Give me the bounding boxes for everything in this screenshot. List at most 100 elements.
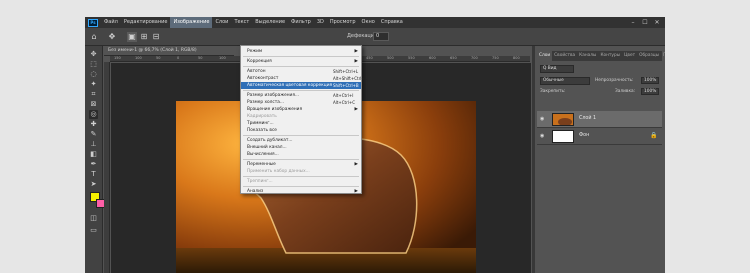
dropdown-item[interactable]: Автоматическая цветовая коррекция Shift+C… (241, 82, 361, 89)
blend-mode-select[interactable]: Обычные (540, 77, 590, 85)
dropdown-item-label: Внешний канал... (247, 145, 287, 150)
dropdown-item-label: Тримминг... (247, 121, 274, 126)
menu-item-0[interactable]: Файл (101, 17, 121, 28)
dropdown-item-label: Автоконтраст (247, 76, 279, 81)
dropdown-item-label: Коррекция (247, 59, 272, 64)
dropdown-item[interactable]: Показать все (241, 127, 361, 134)
layer-filter-select[interactable]: Q Вид (540, 65, 574, 73)
crop-icon[interactable]: ⌗ (89, 90, 98, 99)
toolbox: ✥ ⬚ ◌ ✦ ⌗ ⊠ ◎ ✚ ✎ ⊥ ◧ ✒ T ➤ ◫ ▭ (85, 46, 106, 273)
layer-name[interactable]: Слой 1 (579, 116, 596, 121)
dropdown-item-label: Автоматическая цветовая коррекция (247, 83, 333, 88)
ruler-tick: 150 (114, 56, 121, 60)
frame-icon[interactable]: ⊠ (89, 100, 98, 109)
dropdown-item[interactable]: Размер холста... Alt+Ctrl+C (241, 99, 361, 106)
ruler-tick: 450 (366, 56, 373, 60)
lasso-icon[interactable]: ◌ (89, 70, 98, 79)
close-icon[interactable]: ✕ (651, 17, 663, 28)
eraser-icon[interactable]: ◧ (89, 150, 98, 159)
dropdown-item[interactable]: Создать дубликат... (241, 137, 361, 144)
marquee-icon[interactable]: ⬚ (89, 60, 98, 69)
panel-tab-4[interactable]: Цвет (622, 51, 637, 61)
menu-item-2[interactable]: Изображение (170, 17, 213, 28)
subtract-selection-icon[interactable]: ⊟ (151, 32, 161, 42)
dropdown-item-shortcut: Shift+Ctrl+B (333, 83, 359, 88)
eye-icon[interactable]: ◉ (540, 116, 544, 122)
menu-item-1[interactable]: Редактирование (121, 17, 171, 28)
opacity-input[interactable]: 100% (641, 77, 659, 84)
submenu-arrow-icon: ▶ (354, 59, 358, 64)
menu-item-7[interactable]: 3D (314, 17, 327, 28)
panel-tab-5[interactable]: Образцы (637, 51, 661, 61)
screen-mode-icon[interactable]: ▭ (89, 226, 98, 235)
dropdown-item-label: Треппинг... (247, 179, 273, 184)
layer-name[interactable]: Фон (579, 133, 589, 138)
dropdown-item-label: Переменные (247, 162, 276, 167)
ruler-tick: 50 (156, 56, 161, 60)
dropdown-item[interactable]: Вращение изображения ▶ (241, 106, 361, 113)
maximize-icon[interactable]: ☐ (639, 17, 651, 28)
submenu-arrow-icon: ▶ (354, 49, 358, 54)
ruler-tick: 700 (471, 56, 478, 60)
dropdown-item: Кадрировать (241, 113, 361, 120)
layer-row[interactable]: ◉ Слой 1 (537, 111, 662, 128)
magic-wand-icon[interactable]: ✦ (89, 80, 98, 89)
ruler-tick: 550 (408, 56, 415, 60)
home-icon[interactable]: ⌂ (89, 32, 99, 42)
dropdown-item-label: Показать все (247, 128, 277, 133)
heal-icon[interactable]: ✚ (89, 120, 98, 129)
dropdown-item-label: Применить набор данных... (247, 169, 310, 174)
menu-item-8[interactable]: Просмотр (327, 17, 359, 28)
add-selection-icon[interactable]: ⊞ (139, 32, 149, 42)
dropdown-item[interactable]: Вычисления... (241, 151, 361, 158)
menu-separator (243, 186, 359, 187)
panel-tab-0[interactable]: Слои (537, 51, 553, 61)
dropdown-item-label: Режим (247, 49, 263, 54)
menu-item-6[interactable]: Фильтр (288, 17, 314, 28)
ruler-tick: 100 (219, 56, 226, 60)
dropdown-item[interactable]: Тримминг... (241, 120, 361, 127)
new-selection-icon[interactable]: ▣ (127, 32, 137, 42)
document-tab[interactable]: Без имени-1 @ 66,7% (Слой 1, RGB/8) (104, 46, 234, 56)
eyedropper-icon[interactable]: ◎ (89, 110, 98, 119)
menu-separator (243, 66, 359, 67)
dropdown-item[interactable]: Автотон Shift+Ctrl+L (241, 68, 361, 75)
panel-tab-6[interactable]: Градиенты (661, 51, 665, 61)
dropdown-item[interactable]: Переменные ▶ (241, 161, 361, 168)
ps-logo: Ps (88, 18, 98, 27)
panel-tab-3[interactable]: Контуры (598, 51, 622, 61)
menu-item-3[interactable]: Слои (212, 17, 231, 28)
dropdown-item[interactable]: Анализ ▶ (241, 188, 361, 195)
panel-tab-1[interactable]: Свойства (552, 51, 577, 61)
type-icon[interactable]: T (89, 170, 98, 179)
dropdown-item-label: Кадрировать (247, 114, 277, 119)
opacity-label: Непрозрачность: (595, 78, 634, 83)
dropdown-item[interactable]: Автоконтраст Alt+Shift+Ctrl+L (241, 75, 367, 82)
menu-separator (243, 159, 359, 160)
menu-separator (243, 176, 359, 177)
feather-input[interactable]: 0 (373, 32, 389, 41)
quick-mask-icon[interactable]: ◫ (89, 214, 98, 223)
dropdown-item-label: Автотон (247, 69, 266, 74)
dropdown-item[interactable]: Размер изображения... Alt+Ctrl+I (241, 92, 361, 99)
menu-item-10[interactable]: Справка (378, 17, 406, 28)
dropdown-item-shortcut: Alt+Ctrl+C (333, 100, 356, 105)
dropdown-item[interactable]: Режим ▶ (241, 48, 361, 55)
ruler-tick: 0 (177, 56, 180, 60)
menu-item-5[interactable]: Выделение (252, 17, 288, 28)
panel-tab-2[interactable]: Каналы (577, 51, 598, 61)
dropdown-item[interactable]: Внешний канал... (241, 144, 361, 151)
move-icon[interactable]: ✥ (89, 50, 98, 59)
pen-icon[interactable]: ✒ (89, 160, 98, 169)
path-select-icon[interactable]: ➤ (89, 180, 98, 189)
menu-item-9[interactable]: Окно (359, 17, 378, 28)
fill-input[interactable]: 100% (641, 88, 659, 95)
tool-preset-icon[interactable]: ✥ (107, 32, 117, 42)
stamp-icon[interactable]: ⊥ (89, 140, 98, 149)
layer-row[interactable]: ◉ Фон 🔒 (537, 128, 662, 145)
menu-item-4[interactable]: Текст (231, 17, 252, 28)
minimize-icon[interactable]: – (627, 17, 639, 28)
eye-icon[interactable]: ◉ (540, 133, 544, 139)
dropdown-item[interactable]: Коррекция ▶ (241, 58, 361, 65)
brush-icon[interactable]: ✎ (89, 130, 98, 139)
